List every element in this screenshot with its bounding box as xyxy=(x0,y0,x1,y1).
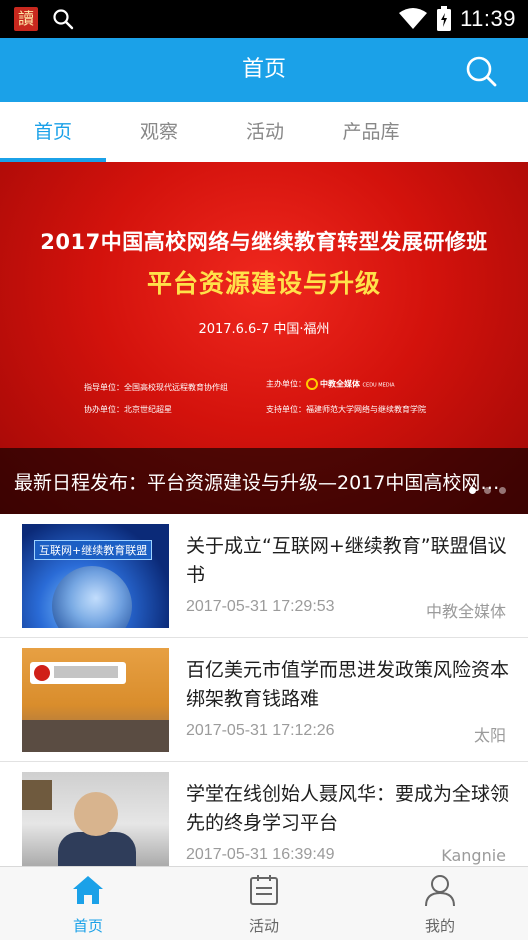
news-item[interactable]: 互联网+继续教育联盟 关于成立“互联网+继续教育”联盟倡议书 2017-05-3… xyxy=(0,514,528,638)
banner-host-logo-text: 中教全媒体 xyxy=(320,379,360,389)
bottom-nav: 首页 活动 我的 xyxy=(0,866,528,940)
nav-events-label: 活动 xyxy=(248,917,279,935)
carousel-dot[interactable] xyxy=(469,487,476,494)
top-tab-bar: 首页 观察 活动 产品库 xyxy=(0,102,528,162)
person-body xyxy=(58,832,136,866)
host-logo-icon xyxy=(306,378,318,390)
wifi-icon xyxy=(399,8,428,29)
news-source: Kangnie xyxy=(441,846,506,865)
sign-text-block xyxy=(54,666,118,678)
tab-home[interactable]: 首页 xyxy=(0,102,106,162)
news-headline: 百亿美元市值学而思进发政策风险资本绑架教育钱路难 xyxy=(186,659,510,710)
news-date: 2017-05-31 17:12:26 xyxy=(186,722,335,739)
banner-host-logo-en: CEDU MEDIA xyxy=(362,382,395,389)
news-item[interactable]: 学堂在线创始人聂风华：要成为全球领先的终身学习平台 2017-05-31 16:… xyxy=(0,762,528,866)
status-icons: 11:39 xyxy=(398,5,516,33)
banner-cohost-unit: 协办单位：北京世纪超星 xyxy=(84,405,172,414)
status-bar: 讀 11:39 xyxy=(0,0,528,38)
news-list: 互联网+继续教育联盟 关于成立“互联网+继续教育”联盟倡议书 2017-05-3… xyxy=(0,514,528,866)
background-board xyxy=(22,780,52,810)
app-bar: 首页 xyxy=(0,38,528,102)
desk-image xyxy=(22,720,169,752)
banner-host-label: 主办单位： xyxy=(266,379,306,389)
banner-support-unit: 支持单位：福建师范大学网络与继续教育学院 xyxy=(266,405,426,414)
banner-date: 2017.6.6-7 中国·福州 xyxy=(198,322,330,337)
news-date: 2017-05-31 16:39:49 xyxy=(186,846,335,863)
search-icon xyxy=(53,9,74,30)
nav-home-label: 首页 xyxy=(72,917,103,935)
nav-home[interactable]: 首页 xyxy=(0,867,176,941)
nav-profile[interactable]: 我的 xyxy=(352,867,528,941)
carousel-dot[interactable] xyxy=(484,487,491,494)
banner-title: 2017中国高校网络与继续教育转型发展研修班 xyxy=(40,230,488,254)
news-thumbnail: 互联网+继续教育联盟 xyxy=(22,524,169,628)
page-title: 首页 xyxy=(241,57,286,82)
tab-events[interactable]: 活动 xyxy=(212,102,318,162)
person-head xyxy=(74,792,118,836)
banner-caption-bar: 最新日程发布：平台资源建设与升级—2017中国高校网络与继续教育转型发展研修班 xyxy=(0,448,528,514)
banner-guide-unit: 指导单位：全国高校现代远程教育协作组 xyxy=(84,383,228,392)
thumbnail-label: 互联网+继续教育联盟 xyxy=(34,540,153,560)
carousel-dot[interactable] xyxy=(499,487,506,494)
banner-carousel[interactable]: 2017中国高校网络与继续教育转型发展研修班 平台资源建设与升级 2017.6.… xyxy=(0,162,528,514)
news-source: 中教全媒体 xyxy=(425,602,506,621)
app-notification-icon: 讀 xyxy=(14,7,38,31)
news-headline: 学堂在线创始人聂风华：要成为全球领先的终身学习平台 xyxy=(186,783,510,834)
globe-image xyxy=(52,566,132,628)
tab-products[interactable]: 产品库 xyxy=(318,102,424,162)
tab-observe[interactable]: 观察 xyxy=(106,102,212,162)
nav-profile-label: 我的 xyxy=(424,917,455,935)
news-item[interactable]: 百亿美元市值学而思进发政策风险资本绑架教育钱路难 2017-05-31 17:1… xyxy=(0,638,528,762)
clock: 11:39 xyxy=(460,6,516,31)
battery-icon xyxy=(437,6,452,31)
brand-logo-icon xyxy=(34,665,50,681)
news-thumbnail xyxy=(22,772,169,866)
news-headline: 关于成立“互联网+继续教育”联盟倡议书 xyxy=(186,535,507,586)
banner-host-unit: 主办单位： 中教全媒体 CEDU MEDIA xyxy=(266,378,395,390)
banner-caption: 最新日程发布：平台资源建设与升级—2017中国高校网络与继续教育转型发展研修班 xyxy=(14,472,514,494)
news-source: 太阳 xyxy=(473,726,506,745)
carousel-indicator xyxy=(469,487,506,494)
search-icon[interactable] xyxy=(464,54,498,88)
news-date: 2017-05-31 17:29:53 xyxy=(186,598,335,615)
banner-subtitle: 平台资源建设与升级 xyxy=(146,269,381,298)
home-icon xyxy=(73,876,103,904)
news-thumbnail xyxy=(22,648,169,752)
nav-events[interactable]: 活动 xyxy=(176,867,352,941)
calendar-icon xyxy=(250,875,278,905)
person-icon xyxy=(425,875,455,907)
